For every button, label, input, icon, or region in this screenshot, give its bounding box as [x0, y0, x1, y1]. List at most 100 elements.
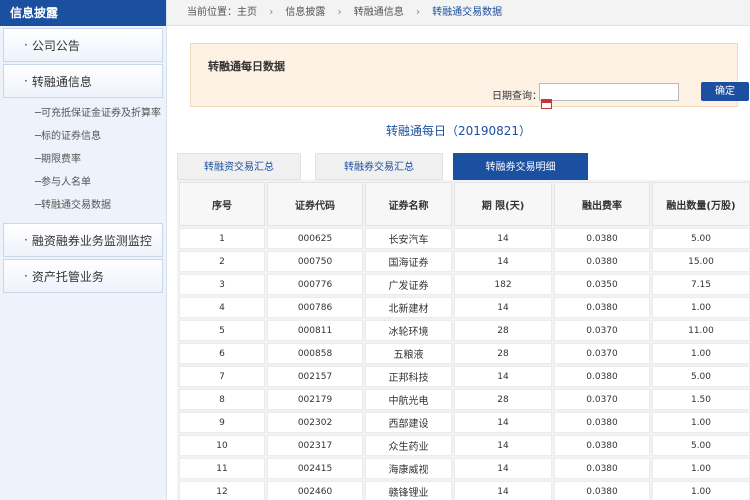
sidebar-item-refinancing-info[interactable]: · 转融通信息 [3, 64, 163, 98]
cell-rate: 0.0380 [554, 228, 650, 249]
query-panel: 转融通每日数据 日期查询： 确定 [190, 43, 749, 109]
cell-quantity: 5.00 [652, 435, 750, 456]
table-row: 4 000786 北新建材 14 0.0380 1.00 [179, 297, 750, 318]
cell-name: 长安汽车 [365, 228, 452, 249]
cell-term: 28 [454, 320, 552, 341]
cell-index: 6 [179, 343, 265, 364]
cell-quantity: 1.00 [652, 297, 750, 318]
cell-index: 2 [179, 251, 265, 272]
sidebar-subitem-collateral[interactable]: ─可充抵保证金证券及折算率 [35, 102, 166, 125]
tab-refinancing-summary[interactable]: 转融资交易汇总 [177, 153, 301, 180]
trade-detail-table: 序号 证券代码 证券名称 期 限(天) 融出费率 融出数量(万股) 1 00062… [177, 180, 750, 500]
cell-name: 广发证券 [365, 274, 452, 295]
cell-name: 正邦科技 [365, 366, 452, 387]
cell-quantity: 1.00 [652, 412, 750, 433]
breadcrumb-separator-icon: › [337, 7, 342, 18]
table-row: 3 000776 广发证券 182 0.0350 7.15 [179, 274, 750, 295]
sidebar-item-label: 转融通信息 [31, 74, 92, 89]
column-header-quantity: 融出数量(万股) [652, 182, 750, 226]
cell-quantity: 5.00 [652, 228, 750, 249]
cell-name: 冰轮环境 [365, 320, 452, 341]
cell-name: 赣锋锂业 [365, 481, 452, 500]
cell-quantity: 11.00 [652, 320, 750, 341]
sidebar-sub-list: ─可充抵保证金证券及折算率 ─标的证券信息 ─期限费率 ─参与人名单 ─转融通交… [0, 98, 166, 221]
cell-rate: 0.0380 [554, 458, 650, 479]
sidebar-subitem-target-securities[interactable]: ─标的证券信息 [35, 125, 166, 148]
cell-code: 000811 [267, 320, 363, 341]
sidebar-item-margin-monitoring[interactable]: · 融资融券业务监测监控 [3, 223, 163, 257]
cell-rate: 0.0380 [554, 481, 650, 500]
breadcrumb-separator-icon: › [415, 7, 420, 18]
tab-securities-lending-detail[interactable]: 转融券交易明细 [453, 153, 588, 180]
sidebar-item-company-announcements[interactable]: · 公司公告 [3, 28, 163, 62]
breadcrumb-prefix: 当前位置： [187, 7, 237, 18]
cell-index: 1 [179, 228, 265, 249]
table-row: 9 002302 西部建设 14 0.0380 1.00 [179, 412, 750, 433]
cell-code: 002317 [267, 435, 363, 456]
table-row: 8 002179 中航光电 28 0.0370 1.50 [179, 389, 750, 410]
table-row: 5 000811 冰轮环境 28 0.0370 11.00 [179, 320, 750, 341]
cell-code: 002157 [267, 366, 363, 387]
cell-name: 海康威视 [365, 458, 452, 479]
calendar-icon[interactable] [541, 99, 552, 109]
cell-term: 28 [454, 343, 552, 364]
main-content: 当前位置：主页 › 信息披露 › 转融通信息 › 转融通交易数据 转融通每日数据… [167, 0, 750, 500]
cell-rate: 0.0370 [554, 343, 650, 364]
confirm-button[interactable]: 确定 [701, 82, 749, 101]
tab-bar: 转融资交易汇总 转融券交易汇总 转融券交易明细 [177, 153, 750, 180]
cell-name: 五粮液 [365, 343, 452, 364]
cell-term: 14 [454, 366, 552, 387]
tab-securities-lending-summary[interactable]: 转融券交易汇总 [315, 153, 443, 180]
cell-code: 000625 [267, 228, 363, 249]
bullet-icon: · [24, 38, 28, 52]
cell-term: 14 [454, 412, 552, 433]
bullet-icon: · [24, 74, 28, 88]
cell-rate: 0.0380 [554, 297, 650, 318]
bullet-icon: · [24, 269, 28, 283]
cell-rate: 0.0380 [554, 435, 650, 456]
date-input[interactable] [539, 83, 679, 101]
cell-term: 14 [454, 228, 552, 249]
cell-term: 28 [454, 389, 552, 410]
cell-index: 9 [179, 412, 265, 433]
sidebar-header: 信息披露 [0, 0, 166, 26]
cell-name: 中航光电 [365, 389, 452, 410]
cell-name: 众生药业 [365, 435, 452, 456]
cell-index: 4 [179, 297, 265, 318]
cell-index: 8 [179, 389, 265, 410]
table-row: 7 002157 正邦科技 14 0.0380 5.00 [179, 366, 750, 387]
breadcrumb: 当前位置：主页 › 信息披露 › 转融通信息 › 转融通交易数据 [167, 0, 750, 26]
cell-rate: 0.0370 [554, 389, 650, 410]
column-header-rate: 融出费率 [554, 182, 650, 226]
cell-name: 北新建材 [365, 297, 452, 318]
cell-rate: 0.0380 [554, 412, 650, 433]
sidebar-subitem-participants[interactable]: ─参与人名单 [35, 171, 166, 194]
breadcrumb-item-disclosure[interactable]: 信息披露 [285, 7, 325, 18]
cell-code: 002460 [267, 481, 363, 500]
cell-quantity: 1.50 [652, 389, 750, 410]
table-row: 12 002460 赣锋锂业 14 0.0380 1.00 [179, 481, 750, 500]
sidebar-item-label: 公司公告 [31, 38, 80, 53]
sidebar-item-label: 资产托管业务 [31, 269, 104, 284]
cell-code: 000858 [267, 343, 363, 364]
table-header-row: 序号 证券代码 证券名称 期 限(天) 融出费率 融出数量(万股) [179, 182, 750, 226]
sidebar-item-label: 融资融券业务监测监控 [31, 233, 152, 248]
sidebar: 信息披露 · 公司公告 · 转融通信息 ─可充抵保证金证券及折算率 ─标的证券信… [0, 0, 167, 500]
breadcrumb-current: 转融通交易数据 [432, 7, 503, 18]
cell-index: 5 [179, 320, 265, 341]
cell-rate: 0.0350 [554, 274, 650, 295]
table-row: 1 000625 长安汽车 14 0.0380 5.00 [179, 228, 750, 249]
cell-code: 000776 [267, 274, 363, 295]
sidebar-item-custody[interactable]: · 资产托管业务 [3, 259, 163, 293]
table-row: 6 000858 五粮液 28 0.0370 1.00 [179, 343, 750, 364]
sidebar-subitem-term-rates[interactable]: ─期限费率 [35, 148, 166, 171]
breadcrumb-item-home[interactable]: 主页 [237, 7, 257, 18]
cell-code: 002302 [267, 412, 363, 433]
cell-code: 000750 [267, 251, 363, 272]
sidebar-subitem-trade-data[interactable]: ─转融通交易数据 [35, 194, 166, 217]
cell-index: 12 [179, 481, 265, 500]
breadcrumb-item-refinancing[interactable]: 转融通信息 [354, 7, 404, 18]
cell-index: 10 [179, 435, 265, 456]
table-row: 11 002415 海康威视 14 0.0380 1.00 [179, 458, 750, 479]
cell-rate: 0.0380 [554, 366, 650, 387]
